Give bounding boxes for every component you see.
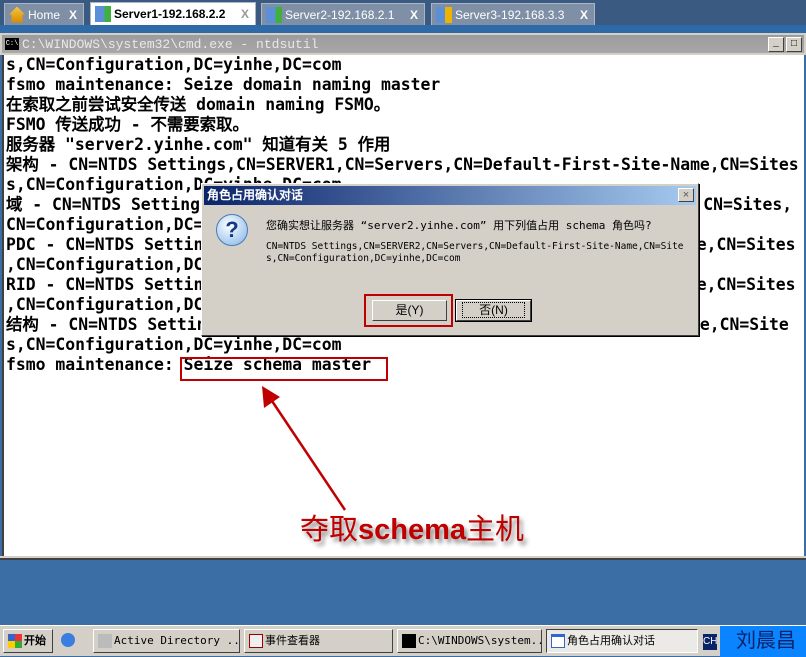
close-icon[interactable]: X [580, 8, 588, 22]
close-icon[interactable]: X [69, 8, 77, 22]
close-icon[interactable]: X [241, 7, 249, 21]
yes-button[interactable]: 是(Y) [372, 300, 447, 321]
minimize-button[interactable]: _ [768, 37, 784, 52]
server-paused-icon [436, 6, 452, 23]
cmd-bottom-border [0, 556, 806, 560]
home-icon [9, 6, 25, 23]
console-line: FSMO 传送成功 - 不需要索取。 [6, 115, 249, 134]
question-icon: ? [216, 214, 248, 246]
window-icon [551, 634, 565, 648]
close-icon[interactable]: X [410, 8, 418, 22]
highlight-box-command [180, 357, 388, 381]
taskbar-item-dialog[interactable]: 角色占用确认对话 [546, 629, 698, 653]
taskbar-item-cmd[interactable]: C:\WINDOWS\system... [397, 629, 542, 653]
windows-logo-icon [8, 634, 22, 648]
toolbar-strip [0, 25, 806, 33]
ad-icon [98, 634, 112, 648]
server-running-icon [266, 6, 282, 23]
taskbar-item-eventviewer[interactable]: 事件查看器 [244, 629, 393, 653]
tab-server2[interactable]: Server2-192.168.2.1 X [261, 3, 425, 25]
dialog-title: 角色占用确认对话 [204, 186, 696, 205]
taskbar-item-ad[interactable]: Active Directory ... [93, 629, 240, 653]
console-line: 服务器 "server2.yinhe.com" 知道有关 5 作用 [6, 135, 391, 154]
cmd-icon: C:\ [5, 38, 19, 50]
annotation-label: 夺取schema主机 [300, 514, 525, 546]
dialog-close-button[interactable]: × [678, 188, 694, 202]
console-line: s,CN=Configuration,DC=yinhe,DC=com [6, 55, 342, 74]
tab-server1[interactable]: Server1-192.168.2.2 X [90, 2, 256, 25]
dialog-message: 您确实想让服务器 “server2.yinhe.com” 用下列值占用 sche… [266, 219, 652, 232]
console-line: 架构 - CN=NTDS Settings,CN=SERVER1,CN=Serv… [6, 155, 799, 174]
cmd-title: C:\WINDOWS\system32\cmd.exe - ntdsutil [22, 36, 319, 52]
console-line: fsmo maintenance: Seize domain naming ma… [6, 75, 441, 94]
ie-icon [61, 633, 75, 647]
tab-bar: Home X Server1-192.168.2.2 X Server2-192.1… [0, 0, 806, 25]
console-line: 在索取之前尝试安全传送 domain naming FSMO。 [6, 95, 391, 114]
console-line: s,CN=Configuration,DC=yinhe,DC=com [6, 335, 342, 354]
event-viewer-icon [249, 634, 263, 648]
server-running-icon [95, 6, 111, 22]
console-line: fsmo maintenance: Seize schema master [6, 355, 372, 374]
cmd-titlebar[interactable]: C:\ C:\WINDOWS\system32\cmd.exe - ntdsut… [0, 33, 806, 55]
role-seize-confirm-dialog: 角色占用确认对话 × ? 您确实想让服务器 “server2.yinhe.com… [201, 183, 699, 336]
maximize-button[interactable]: □ [786, 37, 802, 52]
tab-server3[interactable]: Server3-192.168.3.3 X [431, 3, 595, 25]
taskbar: 开始 Active Directory ... 事件查看器 C:\WINDOWS… [0, 625, 806, 657]
ie-quicklaunch[interactable] [57, 629, 79, 653]
dialog-dn: CN=NTDS Settings,CN=SERVER2,CN=Servers,C… [266, 241, 684, 264]
tab-home[interactable]: Home X [4, 3, 84, 25]
start-button[interactable]: 开始 [3, 629, 53, 653]
cmd-icon [402, 634, 416, 648]
language-indicator[interactable]: CH [703, 634, 717, 650]
user-name: 刘晨昌 [720, 626, 806, 657]
no-button[interactable]: 否(N) [455, 299, 532, 322]
